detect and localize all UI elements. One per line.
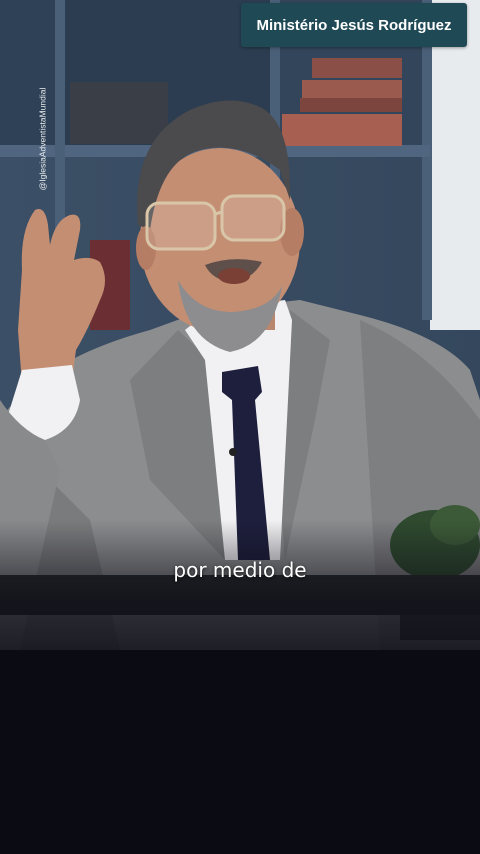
channel-title-badge: Ministério Jesús Rodríguez [241, 3, 467, 47]
video-frame[interactable]: Ministério Jesús Rodríguez @IglesiaAdven… [0, 0, 480, 854]
watermark: @IglesiaAdventistaMundial [36, 82, 48, 196]
subtitle-caption: por medio de [173, 558, 307, 582]
speaker-video-scene [0, 0, 480, 854]
watermark-text: @IglesiaAdventistaMundial [37, 87, 47, 191]
